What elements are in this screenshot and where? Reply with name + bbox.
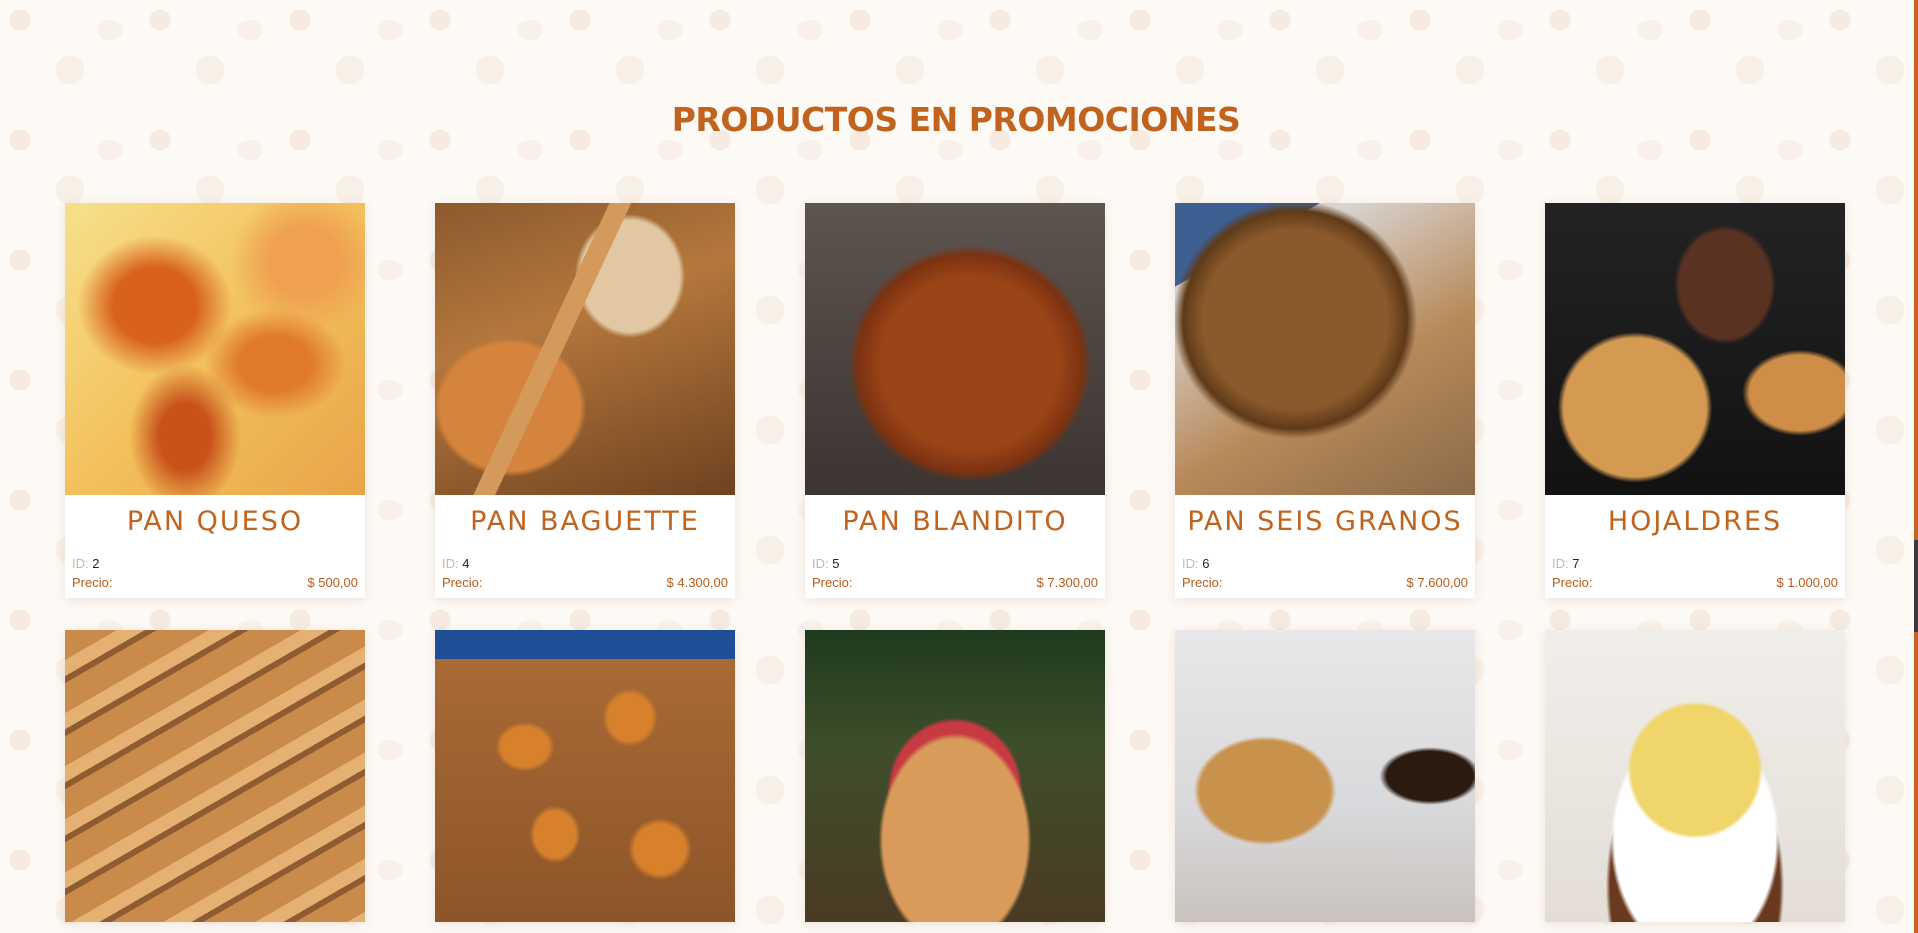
price-label: Precio:: [72, 575, 113, 590]
page: PRODUCTOS EN PROMOCIONES PAN QUESO ID: 2…: [0, 0, 1918, 933]
cheese-bread-photo[interactable]: [65, 203, 365, 495]
french-bread-photo[interactable]: [65, 630, 365, 922]
product-price: $ 7.600,00: [1406, 575, 1468, 590]
product-id-row: ID: 4: [442, 556, 728, 571]
id-label: ID:: [72, 556, 89, 571]
scrollbar-thumb[interactable]: [1914, 540, 1918, 632]
product-card[interactable]: [65, 630, 365, 922]
product-id: 5: [832, 556, 840, 571]
product-price-row: Precio: $ 500,00: [72, 575, 358, 592]
product-price: $ 4.300,00: [666, 575, 728, 590]
sesame-bread-photo[interactable]: [805, 203, 1105, 495]
price-label: Precio:: [812, 575, 853, 590]
product-meta: ID: 7 Precio: $ 1.000,00: [1545, 556, 1845, 598]
bundt-cake-photo[interactable]: [805, 630, 1105, 922]
product-name[interactable]: PAN BAGUETTE: [435, 506, 735, 542]
price-label: Precio:: [442, 575, 483, 590]
id-label: ID:: [812, 556, 829, 571]
id-label: ID:: [1552, 556, 1569, 571]
palmier-photo[interactable]: [1545, 203, 1845, 495]
product-id-row: ID: 6: [1182, 556, 1468, 571]
product-price-row: Precio: $ 4.300,00: [442, 575, 728, 592]
product-name[interactable]: PAN SEIS GRANOS: [1175, 506, 1475, 542]
baguette-photo[interactable]: [435, 203, 735, 495]
sweet-rolls-photo[interactable]: [435, 630, 735, 922]
product-id: 7: [1572, 556, 1580, 571]
product-name[interactable]: PAN BLANDITO: [805, 506, 1105, 542]
section-title: PRODUCTOS EN PROMOCIONES: [671, 100, 1241, 139]
product-card[interactable]: PAN SEIS GRANOS ID: 6 Precio: $ 7.600,00: [1175, 203, 1475, 598]
product-meta: ID: 6 Precio: $ 7.600,00: [1175, 556, 1475, 598]
product-price: $ 1.000,00: [1776, 575, 1838, 590]
product-id-row: ID: 2: [72, 556, 358, 571]
product-card[interactable]: PAN BLANDITO ID: 5 Precio: $ 7.300,00: [805, 203, 1105, 598]
product-name[interactable]: PAN QUESO: [65, 506, 365, 542]
product-id-row: ID: 5: [812, 556, 1098, 571]
price-label: Precio:: [1182, 575, 1223, 590]
passionfruit-cake-photo[interactable]: [1545, 630, 1845, 922]
product-card[interactable]: PAN QUESO ID: 2 Precio: $ 500,00: [65, 203, 365, 598]
product-grid: PAN QUESO ID: 2 Precio: $ 500,00 PAN BAGU…: [65, 203, 1845, 922]
product-price-row: Precio: $ 7.300,00: [812, 575, 1098, 592]
product-meta: ID: 4 Precio: $ 4.300,00: [435, 556, 735, 598]
product-card[interactable]: [1175, 630, 1475, 922]
fruit-cake-photo[interactable]: [1175, 630, 1475, 922]
scrollbar-track[interactable]: [1914, 0, 1918, 933]
product-card[interactable]: [435, 630, 735, 922]
product-card[interactable]: HOJALDRES ID: 7 Precio: $ 1.000,00: [1545, 203, 1845, 598]
product-meta: ID: 5 Precio: $ 7.300,00: [805, 556, 1105, 598]
product-price-row: Precio: $ 1.000,00: [1552, 575, 1838, 592]
product-price: $ 500,00: [307, 575, 358, 590]
product-id: 2: [92, 556, 100, 571]
product-card[interactable]: [1545, 630, 1845, 922]
product-price-row: Precio: $ 7.600,00: [1182, 575, 1468, 592]
product-name[interactable]: HOJALDRES: [1545, 506, 1845, 542]
id-label: ID:: [442, 556, 459, 571]
price-label: Precio:: [1552, 575, 1593, 590]
product-card[interactable]: PAN BAGUETTE ID: 4 Precio: $ 4.300,00: [435, 203, 735, 598]
id-label: ID:: [1182, 556, 1199, 571]
product-price: $ 7.300,00: [1036, 575, 1098, 590]
multigrain-bread-photo[interactable]: [1175, 203, 1475, 495]
product-id: 4: [462, 556, 470, 571]
product-id-row: ID: 7: [1552, 556, 1838, 571]
product-card[interactable]: [805, 630, 1105, 922]
product-id: 6: [1202, 556, 1210, 571]
product-meta: ID: 2 Precio: $ 500,00: [65, 556, 365, 598]
